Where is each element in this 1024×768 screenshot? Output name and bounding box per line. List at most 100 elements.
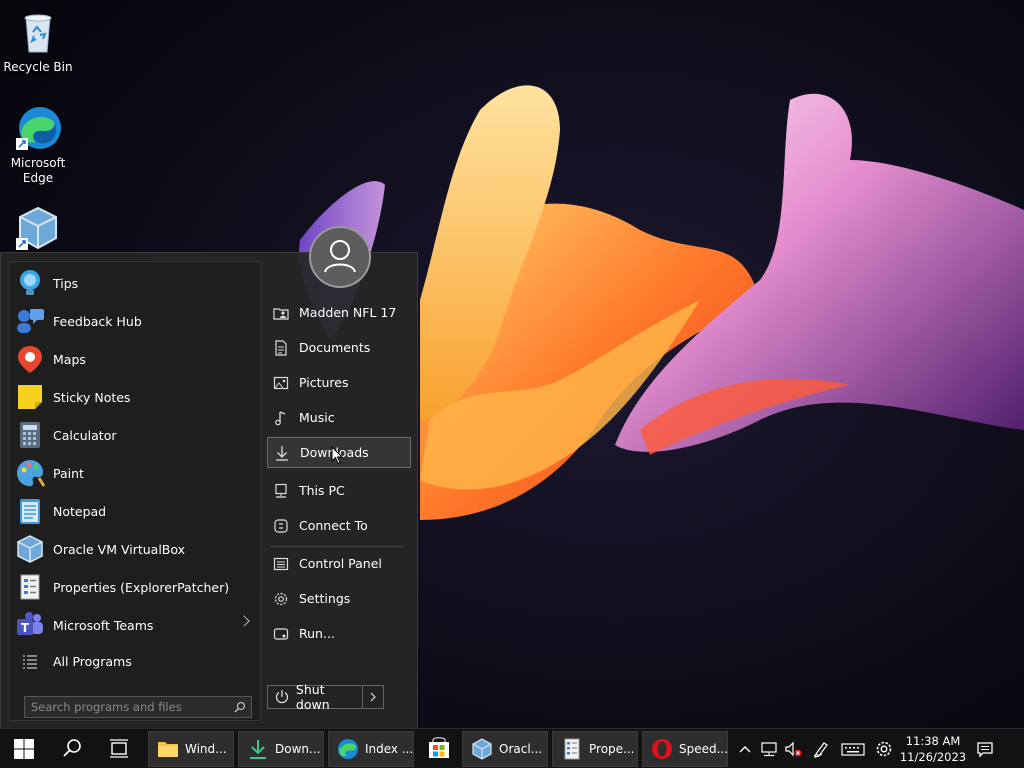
place-label: Run... [299, 626, 335, 641]
program-properties-explorerpatcher[interactable]: Properties (ExplorerPatcher) [10, 568, 260, 606]
gear-icon[interactable] [874, 739, 894, 759]
edge-icon [14, 104, 62, 152]
place-run[interactable]: Run... [267, 618, 411, 649]
calculator-icon [15, 420, 45, 450]
network-icon[interactable] [759, 739, 779, 759]
edge-icon [338, 739, 358, 759]
mouse-cursor-icon [331, 446, 343, 465]
virtualbox-icon [14, 204, 62, 252]
folder-icon [158, 742, 178, 757]
notification-icon[interactable] [975, 739, 995, 759]
programs-pane: Tips Feedback Hub Maps Sticky Notes Calc [9, 261, 261, 721]
program-label: Paint [53, 465, 84, 481]
place-settings[interactable]: Settings [267, 583, 411, 614]
program-microsoft-teams[interactable]: T Microsoft Teams [10, 606, 260, 644]
chevron-right-icon [370, 692, 376, 702]
list-icon [15, 646, 45, 676]
feedback-icon [15, 306, 45, 336]
clock-date: 11/26/2023 [899, 750, 967, 764]
map-pin-icon [15, 344, 45, 374]
picture-icon [273, 376, 289, 389]
program-label: Properties (ExplorerPatcher) [53, 579, 230, 595]
chevron-up-icon[interactable] [735, 739, 755, 759]
place-control-panel[interactable]: Control Panel [267, 548, 411, 579]
program-label: Oracle VM VirtualBox [53, 541, 186, 557]
properties-icon [15, 572, 45, 602]
taskbar-app-opera[interactable]: Speed... [642, 731, 728, 767]
program-label: Maps [53, 351, 86, 367]
program-paint[interactable]: Paint [10, 454, 260, 492]
taskbar-app-label: Wind... [185, 742, 227, 756]
search-icon[interactable] [234, 701, 246, 713]
taskbar-app-edge[interactable]: Index ... [328, 731, 414, 767]
all-programs-label: All Programs [53, 653, 132, 669]
program-label: Tips [53, 275, 79, 291]
place-pictures[interactable]: Pictures [267, 367, 411, 398]
notepad-icon [15, 496, 45, 526]
desktop-icon-recycle-bin[interactable]: Recycle Bin [0, 8, 76, 75]
shutdown-button[interactable]: Shut down [267, 682, 363, 712]
taskbar-app-downloads[interactable]: Down... [238, 731, 324, 767]
place-madden-nfl-17[interactable]: Madden NFL 17 [267, 297, 411, 328]
virtualbox-icon [472, 738, 492, 760]
program-calculator[interactable]: Calculator [10, 416, 260, 454]
place-label: Control Panel [299, 556, 382, 571]
place-documents[interactable]: Documents [267, 332, 411, 363]
chevron-right-icon[interactable] [238, 615, 250, 627]
program-label: Microsoft Teams [53, 617, 154, 633]
program-feedback-hub[interactable]: Feedback Hub [10, 302, 260, 340]
taskbar-app-label: Index ... [365, 742, 413, 756]
all-programs-button[interactable]: All Programs [10, 642, 260, 680]
task-view-icon [110, 739, 128, 758]
place-label: Settings [299, 591, 351, 606]
taskbar-app-label: Down... [275, 742, 321, 756]
program-virtualbox[interactable]: Oracle VM VirtualBox [10, 530, 260, 568]
virtualbox-icon [15, 534, 45, 564]
program-tips[interactable]: Tips [10, 264, 260, 302]
computer-icon [275, 483, 287, 498]
place-label: Documents [299, 340, 371, 355]
pen-icon[interactable] [811, 739, 831, 759]
document-icon [275, 339, 287, 356]
search-input[interactable] [24, 696, 252, 718]
svg-text:T: T [21, 621, 30, 635]
search-icon [63, 739, 81, 757]
control-panel-icon [273, 557, 289, 570]
gear-icon [274, 592, 288, 605]
program-sticky-notes[interactable]: Sticky Notes [10, 378, 260, 416]
place-music[interactable]: Music [267, 402, 411, 433]
taskbar-app-virtualbox[interactable]: Oracl... [462, 731, 548, 767]
place-this-pc[interactable]: This PC [267, 475, 411, 506]
start-button[interactable] [0, 729, 48, 768]
keyboard-icon[interactable] [840, 739, 866, 759]
clock-time: 11:38 AM [905, 734, 961, 748]
power-icon [275, 690, 289, 704]
taskbar-search-button[interactable] [50, 729, 94, 768]
shutdown-options-button[interactable] [362, 685, 384, 709]
connect-icon [274, 518, 288, 533]
place-connect-to[interactable]: Connect To [267, 510, 411, 541]
volume-muted-icon[interactable] [783, 739, 803, 759]
desktop-icon-label: Microsoft Edge [10, 156, 66, 185]
desktop-icon-edge[interactable]: Microsoft Edge [0, 104, 76, 186]
recycle-bin-icon [14, 8, 62, 56]
taskbar-app-store[interactable] [420, 729, 458, 768]
shutdown-label: Shut down [295, 682, 330, 712]
place-label: Pictures [299, 375, 349, 390]
task-view-button[interactable] [96, 729, 142, 768]
taskbar-app-properties[interactable]: Prope... [552, 731, 638, 767]
separator [271, 546, 403, 547]
download-icon [276, 445, 288, 461]
lightbulb-icon [15, 268, 45, 298]
start-menu: Tips Feedback Hub Maps Sticky Notes Calc [0, 226, 418, 728]
desktop-icon-virtualbox[interactable] [0, 204, 76, 256]
place-label: Madden NFL 17 [299, 305, 397, 320]
clock[interactable]: 11:38 AM 11/26/2023 [898, 733, 968, 765]
windows-logo-icon [14, 739, 34, 759]
taskbar-app-file-explorer[interactable]: Wind... [148, 731, 234, 767]
taskbar-app-label: Speed... [679, 742, 727, 756]
program-notepad[interactable]: Notepad [10, 492, 260, 530]
palette-icon [15, 458, 46, 488]
avatar[interactable] [309, 226, 371, 288]
program-maps[interactable]: Maps [10, 340, 260, 378]
